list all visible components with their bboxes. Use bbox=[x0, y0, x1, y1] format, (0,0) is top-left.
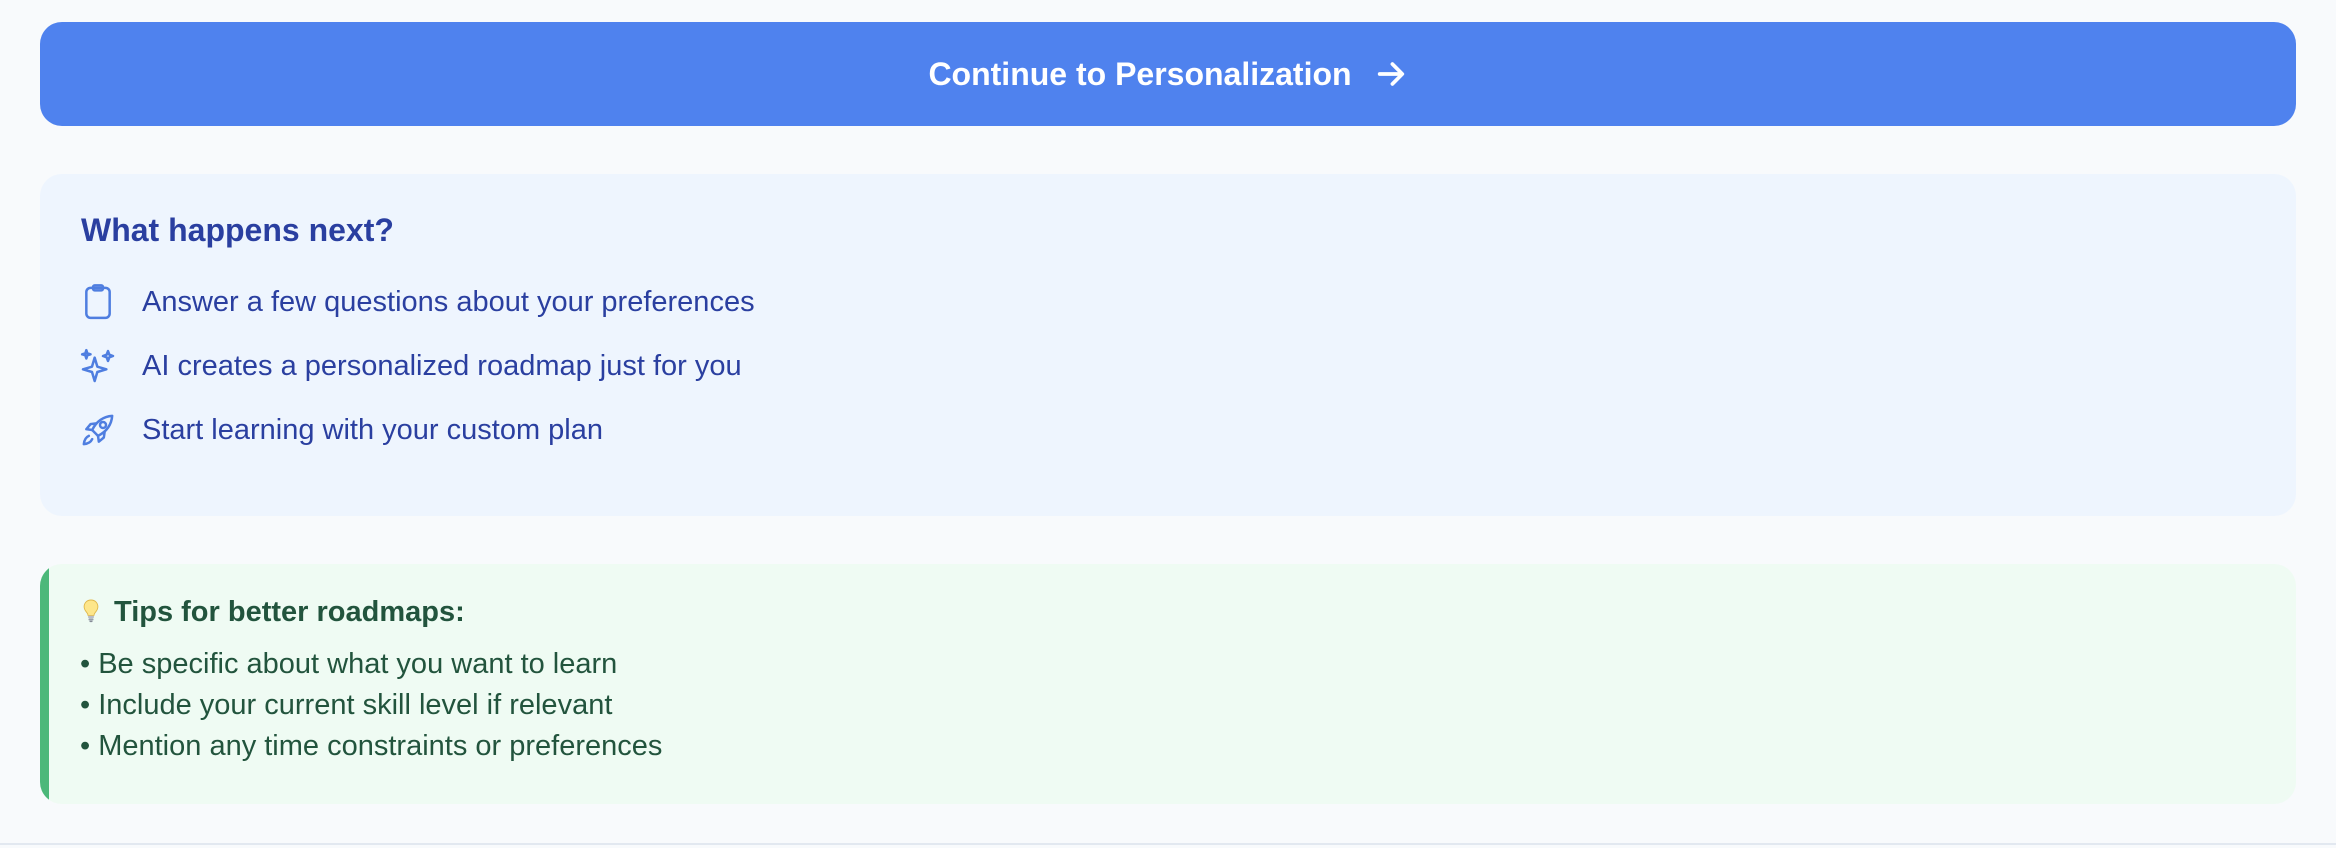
continue-to-personalization-button[interactable]: Continue to Personalization bbox=[40, 22, 2296, 126]
continue-button-label: Continue to Personalization bbox=[928, 55, 1352, 92]
arrow-right-icon bbox=[1374, 57, 1408, 91]
tips-title-text: Tips for better roadmaps: bbox=[114, 596, 465, 628]
tip-item: • Be specific about what you want to lea… bbox=[80, 648, 618, 680]
tip-item: • Include your current skill level if re… bbox=[80, 689, 613, 721]
next-step-text: AI creates a personalized roadmap just f… bbox=[142, 349, 742, 382]
next-step-text: Start learning with your custom plan bbox=[142, 413, 603, 446]
sparkles-icon bbox=[78, 346, 118, 386]
what-happens-next-title: What happens next? bbox=[81, 212, 394, 248]
next-step-item: AI creates a personalized roadmap just f… bbox=[78, 346, 742, 386]
tip-item: • Mention any time constraints or prefer… bbox=[80, 730, 663, 762]
lightbulb-icon bbox=[80, 598, 106, 628]
tips-title: Tips for better roadmaps: bbox=[80, 596, 465, 629]
tips-accent-bar bbox=[40, 564, 49, 804]
bottom-divider bbox=[0, 843, 2336, 845]
what-happens-next-panel: What happens next? Answer a few question… bbox=[40, 174, 2296, 516]
next-step-item: Answer a few questions about your prefer… bbox=[78, 282, 755, 322]
clipboard-icon bbox=[78, 282, 118, 322]
rocket-icon bbox=[78, 410, 118, 450]
tips-panel: Tips for better roadmaps: • Be specific … bbox=[40, 564, 2296, 804]
next-step-text: Answer a few questions about your prefer… bbox=[142, 285, 755, 318]
next-step-item: Start learning with your custom plan bbox=[78, 410, 603, 450]
